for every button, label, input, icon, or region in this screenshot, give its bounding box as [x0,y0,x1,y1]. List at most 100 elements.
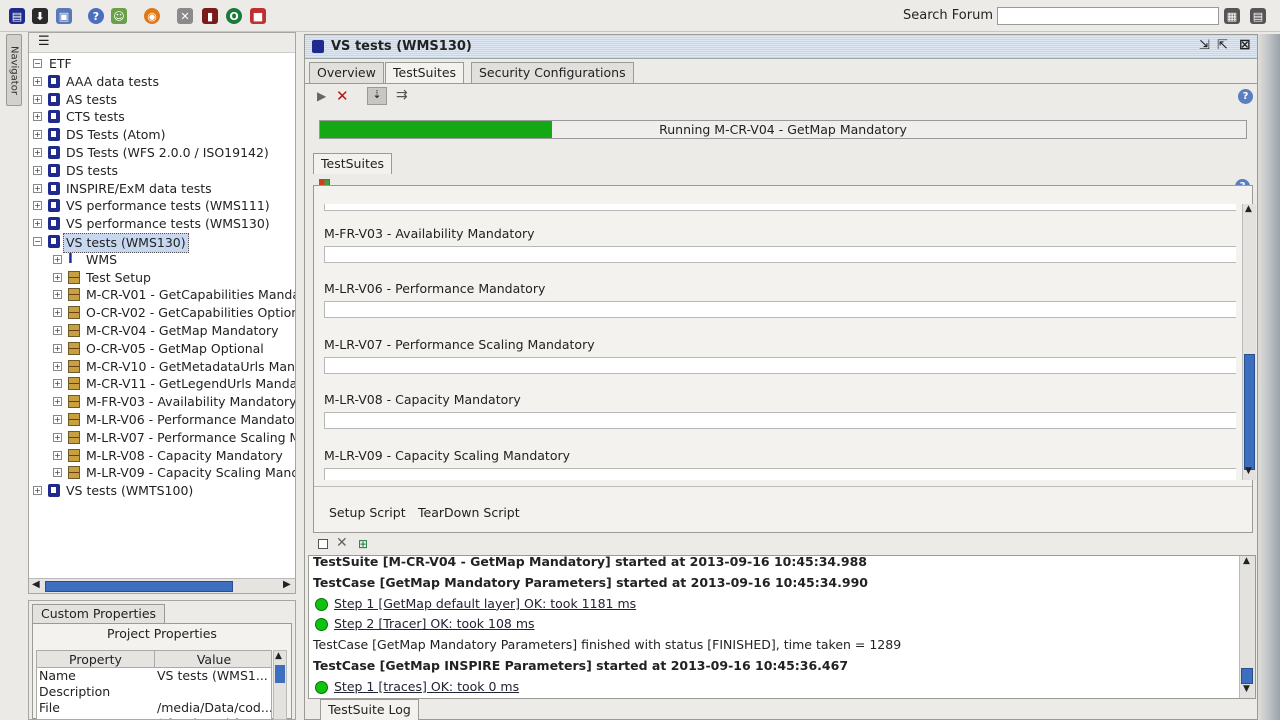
tree-project-item[interactable]: + DS Tests (Atom) [29,126,295,144]
navigator-scroll-thumb[interactable] [45,581,233,592]
navigator-side-tab[interactable]: Navigator [6,34,22,106]
tree-testsuite-item[interactable]: + I WMS [29,251,295,269]
tree-testsuite-item[interactable]: + M-CR-V04 - GetMap Mandatory [29,322,295,340]
expand-icon[interactable]: + [33,183,42,193]
log-step-link[interactable]: Step 1 [GetMap default layer] OK: took 1… [334,596,636,611]
expand-icon[interactable]: + [33,94,42,104]
tree-testsuite-item[interactable]: + M-LR-V09 - Capacity Scaling Mandatory [29,464,295,482]
close-icon[interactable]: ⊠ [1239,37,1251,53]
tree-project-item[interactable]: + VS tests (WMTS100) [29,482,295,500]
maximize-icon[interactable]: ⇱ [1217,38,1228,53]
export-log-icon[interactable]: ⊞ [358,537,368,551]
expand-icon[interactable]: + [53,468,62,478]
scroll-up-arrow-icon[interactable]: ▲ [1245,204,1252,214]
tree-testsuite-item[interactable]: + M-CR-V11 - GetLegendUrls Mandatory [29,375,295,393]
log-step-line[interactable]: Step 2 [Tracer] OK: took 108 ms [313,614,535,634]
properties-scrollbar[interactable]: ▲ [273,650,287,720]
collapse-all-icon[interactable]: ☰ [38,34,50,49]
cancel-icon[interactable]: ✕ [336,87,349,105]
log-options-icon[interactable]: ✕ [336,535,348,551]
tree-project-item[interactable]: + AS tests [29,91,295,109]
trash-icon[interactable]: ▮ [202,8,218,24]
property-value-cell[interactable]: ${projectDir} [157,716,271,719]
log-scroll-thumb[interactable] [1241,668,1253,684]
tree-project-item[interactable]: + CTS tests [29,108,295,126]
tree-testsuite-item[interactable]: + M-CR-V01 - GetCapabilities Mandatory [29,286,295,304]
expand-icon[interactable]: + [33,201,42,211]
scroll-right-arrow-icon[interactable]: ▶ [283,579,291,590]
import-icon[interactable]: ⬇ [32,8,48,24]
scroll-left-arrow-icon[interactable]: ◀ [32,579,40,590]
expand-icon[interactable]: + [33,148,42,157]
value-column-header[interactable]: Value [155,651,271,668]
tab-testsuites[interactable]: TestSuites [385,62,465,83]
testsuite-scroll-thumb[interactable] [1244,354,1255,470]
expand-icon[interactable]: + [53,432,62,442]
expand-icon[interactable]: + [53,397,62,407]
testsuite-scrollbar[interactable]: ▲ ▼ [1242,204,1256,480]
tree-testsuite-item[interactable]: + M-LR-V06 - Performance Mandatory [29,411,295,429]
clear-log-icon[interactable] [318,539,328,549]
custom-properties-tab[interactable]: Custom Properties [32,604,166,624]
testsuite-item[interactable]: M-LR-V06 - Performance Mandatory [318,281,1236,336]
parallel-mode-icon[interactable]: ⇉ [396,87,408,103]
help-icon[interactable]: ? [1238,89,1253,104]
property-value-cell[interactable] [157,684,271,700]
navigator-horizontal-scrollbar[interactable]: ◀ ▶ [29,578,295,593]
tree-project-item[interactable]: + AAA data tests [29,73,295,91]
scroll-down-arrow-icon[interactable]: ▼ [1245,466,1252,476]
teardown-script-tab[interactable]: TearDown Script [418,505,520,520]
property-name-cell[interactable]: Name [39,668,153,684]
tree-project-item[interactable]: + DS tests [29,162,295,180]
log-step-line[interactable]: Step 1 [GetMap default layer] OK: took 1… [313,594,636,614]
testsuite-item[interactable]: M-LR-V07 - Performance Scaling Mandatory [318,337,1236,392]
tab-security-configurations[interactable]: Security Configurations [471,62,634,83]
expand-icon[interactable]: + [53,379,62,389]
tree-testsuite-item[interactable]: + M-LR-V08 - Capacity Mandatory [29,447,295,465]
scroll-down-arrow-icon[interactable]: ▼ [1243,684,1250,694]
tree-project-item[interactable]: − VS tests (WMS130) [29,233,295,253]
testsuite-item[interactable]: M-FR-V03 - Availability Mandatory [318,226,1236,281]
tab-testsuites-inner[interactable]: TestSuites [313,153,393,174]
save-icon[interactable]: ▣ [56,8,72,24]
expand-icon[interactable]: + [33,219,42,229]
expand-icon[interactable]: + [53,361,62,371]
tree-testsuite-item[interactable]: + M-FR-V03 - Availability Mandatory [29,393,295,411]
tree-project-item[interactable]: + INSPIRE/ExM data tests [29,180,295,198]
tree-testsuite-item[interactable]: + Test Setup [29,269,295,287]
expand-icon[interactable]: + [33,486,42,496]
stop-icon[interactable]: ■ [250,8,266,24]
scroll-up-arrow-icon[interactable]: ▲ [1243,556,1250,566]
expand-icon[interactable]: + [33,112,42,122]
setup-script-tab[interactable]: Setup Script [329,505,406,520]
property-name-cell[interactable]: Resource Root [39,716,153,719]
property-value-cell[interactable]: VS tests (WMS1... [157,668,271,684]
expand-icon[interactable]: + [33,76,42,86]
help-icon[interactable]: ? [88,8,104,24]
new-project-icon[interactable]: ▤ [9,8,25,24]
log-scrollbar[interactable]: ▲ ▼ [1239,556,1255,698]
users-icon[interactable]: ☺ [111,8,127,24]
tab-overview[interactable]: Overview [309,62,384,83]
property-value-cell[interactable]: /media/Data/cod... [157,700,271,716]
sequential-mode-icon[interactable]: ⇣ [367,87,387,105]
tree-testsuite-item[interactable]: + M-CR-V10 - GetMetadataUrls Mandatory [29,358,295,376]
expand-icon[interactable]: + [53,343,62,353]
tree-testsuite-item[interactable]: + O-CR-V02 - GetCapabilities Optional [29,304,295,322]
search-forum-input[interactable] [997,7,1219,25]
expand-icon[interactable]: + [33,130,42,140]
property-name-cell[interactable]: Description [39,684,153,700]
collapse-icon[interactable]: − [33,237,42,246]
expand-icon[interactable]: + [53,415,62,424]
expand-icon[interactable]: + [53,290,62,300]
log-step-link[interactable]: Step 1 [traces] OK: took 0 ms [334,679,519,694]
expand-icon[interactable]: + [53,272,62,282]
testsuite-item[interactable]: M-LR-V09 - Capacity Scaling Mandatory [318,448,1236,480]
minimize-icon[interactable]: ⇲ [1199,38,1210,53]
run-icon[interactable]: ▶ [317,89,326,103]
expand-icon[interactable]: + [53,254,62,264]
scroll-up-arrow-icon[interactable]: ▲ [275,651,282,661]
search-forum-icon[interactable]: ▦ [1224,8,1240,24]
tree-testsuite-item[interactable]: + M-LR-V07 - Performance Scaling Mandator… [29,429,295,447]
expand-icon[interactable]: + [53,326,62,335]
